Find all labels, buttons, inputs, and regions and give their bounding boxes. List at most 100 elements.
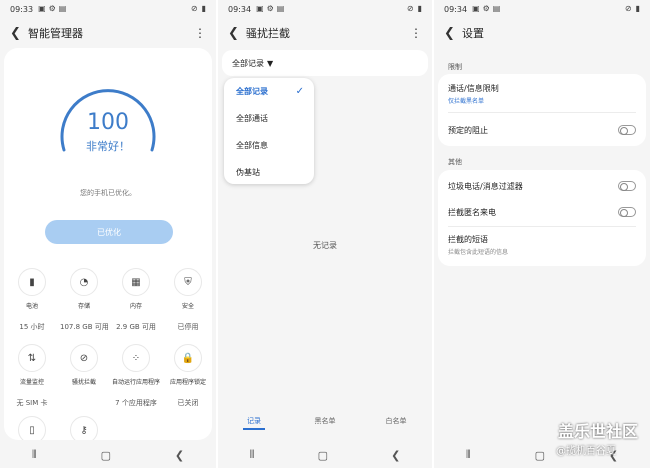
device-care-screen: 09:33 ▣ ⚙ ▤ ⊘ ▮ ❮ 智能管理器 ⋮ 100 非常好！ 您的手机已优化。… bbox=[0, 0, 216, 468]
feature-label: 安全 bbox=[181, 303, 194, 310]
feature-label: 自动运行应用程序 bbox=[112, 379, 161, 386]
app-bar: ❮ 骚扰拦截 ⋮ bbox=[218, 20, 432, 46]
feature-app-lock[interactable]: 🔒 应用程序锁定 已关闭 bbox=[164, 344, 212, 408]
gallery-icon: ▣ bbox=[38, 4, 46, 13]
feature-key[interactable]: ⚷ bbox=[60, 416, 108, 440]
app-bar: ❮ 智能管理器 ⋮ bbox=[0, 20, 216, 46]
feature-label: 流量监控 bbox=[19, 379, 44, 386]
navigation-bar: ⦀ ▢ ❮ bbox=[434, 442, 650, 468]
score-level: 非常好！ bbox=[86, 140, 130, 153]
no-sim-icon: ⊘ bbox=[624, 4, 632, 13]
feature-label: 电池 bbox=[25, 303, 38, 310]
gallery-icon: ▣ bbox=[472, 4, 480, 13]
back-icon[interactable]: ❮ bbox=[10, 26, 28, 41]
nav-back-icon[interactable]: ❮ bbox=[175, 449, 184, 462]
battery-status-icon: ▮ bbox=[201, 4, 206, 13]
setting-scheduled-block-label: 预定的阻止 bbox=[448, 126, 488, 135]
page-title: 骚扰拦截 bbox=[246, 27, 290, 40]
storage-icon: ◔ bbox=[70, 268, 98, 296]
feature-label: 内存 bbox=[129, 303, 142, 310]
feature-block[interactable]: ⊘ 骚扰拦截 bbox=[60, 344, 108, 386]
status-bar: 09:33 ▣ ⚙ ▤ ⊘ ▮ bbox=[0, 0, 216, 18]
spam-filter-switch[interactable] bbox=[618, 181, 636, 191]
battery-status-icon: ▮ bbox=[417, 4, 422, 13]
menu-item-fake-base-station[interactable]: 伪基站 bbox=[236, 167, 260, 178]
auto-run-icon: ⁘ bbox=[122, 344, 150, 372]
status-time: 09:34 bbox=[444, 4, 468, 14]
setting-blocked-phrases-summary: 拦截包含此短语的信息 bbox=[448, 249, 509, 256]
feature-auto-run[interactable]: ⁘ 自动运行应用程序 7 个应用程序 bbox=[112, 344, 160, 408]
file-icon: ▤ bbox=[276, 4, 285, 13]
feature-value: 15 小时 bbox=[19, 323, 45, 331]
sd-card-icon: ▯ bbox=[18, 416, 46, 440]
settings-screen: 09:34 ▣ ⚙ ▤ ⊘ ▮ ❮ 设置 限制 通话/信息限制 仅拦截黑名单 预定的阻… bbox=[434, 0, 650, 468]
feature-value: 7 个应用程序 bbox=[115, 399, 157, 407]
watermark-community-logo-text: 盖乐世社区 bbox=[558, 422, 639, 441]
back-icon[interactable]: ❮ bbox=[228, 26, 246, 41]
feature-value: 已关闭 bbox=[177, 399, 199, 407]
recent-apps-icon[interactable]: ⦀ bbox=[250, 448, 255, 462]
more-options-icon[interactable]: ⋮ bbox=[410, 26, 422, 40]
filter-menu: 全部记录 ✓ 全部通话 全部信息 伪基站 bbox=[224, 78, 314, 184]
screenshot-root: 09:33 ▣ ⚙ ▤ ⊘ ▮ ❮ 智能管理器 ⋮ 100 非常好！ 您的手机已优化。… bbox=[0, 0, 650, 468]
recent-apps-icon[interactable]: ⦀ bbox=[466, 448, 471, 462]
limit-settings-card: 通话/信息限制 仅拦截黑名单 预定的阻止 bbox=[438, 74, 646, 146]
device-care-card: 100 非常好！ 您的手机已优化。 已优化 ▮ 电池 15 小时 ◔ 存储 107.8 G… bbox=[4, 48, 212, 440]
settings-icon: ⚙ bbox=[482, 4, 490, 13]
call-block-screen: 09:34 ▣ ⚙ ▤ ⊘ ▮ ❮ 骚扰拦截 ⋮ 全部记录 ▼ 全部记录 ✓ 全部通话… bbox=[218, 0, 432, 468]
menu-item-all-messages[interactable]: 全部信息 bbox=[236, 140, 268, 151]
feature-memory[interactable]: ▦ 内存 2.9 GB 可用 bbox=[112, 268, 160, 332]
status-bar: 09:34 ▣ ⚙ ▤ ⊘ ▮ bbox=[434, 0, 650, 18]
feature-security[interactable]: ⛨ 安全已停用 bbox=[164, 268, 212, 332]
block-icon: ⊘ bbox=[70, 344, 98, 372]
setting-blocked-phrases[interactable]: 拦截的短语 拦截包含此短语的信息 bbox=[448, 234, 636, 256]
battery-status-icon: ▮ bbox=[635, 4, 640, 13]
menu-item-all-calls[interactable]: 全部通话 bbox=[236, 113, 268, 124]
bottom-tabs: 记录 黑名单 白名单 bbox=[218, 416, 432, 436]
back-icon[interactable]: ❮ bbox=[444, 26, 462, 41]
feature-value: 已停用 bbox=[177, 323, 199, 331]
section-header-other: 其他 bbox=[448, 158, 462, 166]
app-lock-icon: 🔒 bbox=[174, 344, 202, 372]
app-bar: ❮ 设置 bbox=[434, 20, 650, 46]
page-title: 智能管理器 bbox=[28, 27, 83, 40]
feature-value: 无 SIM 卡 bbox=[16, 399, 48, 407]
optimize-button[interactable]: 已优化 bbox=[45, 220, 173, 244]
status-time: 09:34 bbox=[228, 4, 252, 14]
recent-apps-icon[interactable]: ⦀ bbox=[32, 448, 37, 462]
home-icon[interactable]: ▢ bbox=[101, 449, 111, 462]
divider bbox=[448, 226, 636, 227]
tab-blacklist[interactable]: 黑名单 bbox=[300, 416, 350, 426]
more-options-icon[interactable]: ⋮ bbox=[194, 26, 206, 40]
setting-call-limit[interactable]: 通话/信息限制 仅拦截黑名单 bbox=[448, 83, 636, 105]
tab-whitelist[interactable]: 白名单 bbox=[371, 416, 421, 426]
scheduled-block-switch[interactable] bbox=[618, 125, 636, 135]
feature-sd-card[interactable]: ▯ bbox=[8, 416, 56, 440]
battery-icon: ▮ bbox=[18, 268, 46, 296]
feature-label: 骚扰拦截 bbox=[71, 379, 96, 386]
home-icon[interactable]: ▢ bbox=[535, 449, 545, 462]
feature-storage[interactable]: ◔ 存储 107.8 GB 可用 bbox=[60, 268, 109, 332]
key-icon: ⚷ bbox=[70, 416, 98, 440]
setting-block-anonymous[interactable]: 拦截匿名来电 bbox=[448, 207, 636, 218]
setting-spam-filter[interactable]: 垃圾电话/消息过滤器 bbox=[448, 181, 636, 192]
optimization-score: 100 bbox=[87, 110, 129, 135]
feature-label: 应用程序锁定 bbox=[169, 379, 206, 386]
feature-data-usage[interactable]: ⇅ 流量监控无 SIM 卡 bbox=[8, 344, 56, 408]
gallery-icon: ▣ bbox=[256, 4, 264, 13]
menu-item-all-records[interactable]: 全部记录 bbox=[236, 86, 268, 97]
block-anonymous-switch[interactable] bbox=[618, 207, 636, 217]
data-usage-icon: ⇅ bbox=[18, 344, 46, 372]
watermark-author: @揽机百谷夏 bbox=[556, 446, 616, 457]
status-time: 09:33 bbox=[10, 4, 34, 14]
empty-state-text: 无记录 bbox=[313, 241, 337, 250]
security-icon: ⛨ bbox=[174, 268, 202, 296]
feature-battery[interactable]: ▮ 电池 15 小时 bbox=[8, 268, 56, 332]
nav-back-icon[interactable]: ❮ bbox=[391, 449, 400, 462]
status-bar: 09:34 ▣ ⚙ ▤ ⊘ ▮ bbox=[218, 0, 432, 18]
setting-scheduled-block[interactable]: 预定的阻止 bbox=[448, 125, 636, 136]
no-sim-icon: ⊘ bbox=[190, 4, 198, 13]
tab-records[interactable]: 记录 bbox=[229, 416, 279, 430]
filter-dropdown[interactable]: 全部记录 ▼ bbox=[222, 50, 428, 76]
home-icon[interactable]: ▢ bbox=[318, 449, 328, 462]
